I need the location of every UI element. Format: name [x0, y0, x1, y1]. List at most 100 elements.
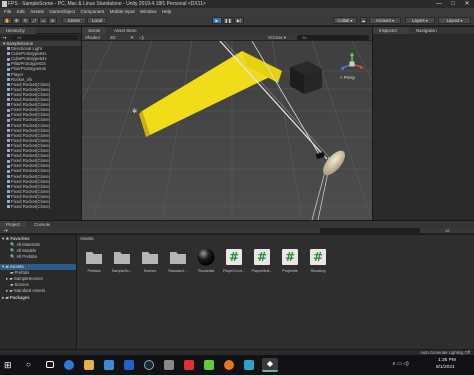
- scene-viewport[interactable]: ✲ < Persp: [82, 41, 372, 220]
- tree-label: Standard Assets: [13, 288, 46, 293]
- gameobject-cube-icon: [7, 123, 10, 127]
- space-local-toggle[interactable]: Local: [87, 17, 107, 24]
- rotate-tool-icon[interactable]: ↻: [21, 17, 30, 24]
- app-icon[interactable]: [184, 360, 194, 370]
- menu-assets[interactable]: Assets: [30, 8, 44, 15]
- tab-inspector[interactable]: Inspector: [373, 27, 409, 34]
- pause-button[interactable]: ❚❚: [223, 17, 233, 24]
- scene-render: ✲: [82, 41, 372, 220]
- windows-taskbar: ⊞ ○ ◆ ∧ ▭ ◁) 1:35 PM 6/1/2021: [0, 355, 474, 375]
- persp-label[interactable]: < Persp: [340, 75, 355, 80]
- scene-tabstrip: Scene Asset Store: [82, 27, 372, 34]
- tab-asset-store[interactable]: Asset Store: [108, 27, 144, 34]
- maximize-button[interactable]: □: [446, 0, 460, 8]
- asset-label: PlayerMult...: [251, 269, 273, 273]
- menu-file[interactable]: File: [4, 8, 11, 15]
- asset-label: PlayerCont...: [223, 269, 245, 273]
- minimize-button[interactable]: —: [432, 0, 446, 8]
- shading-mode-dropdown[interactable]: Shaded: [85, 35, 100, 40]
- layers-dropdown[interactable]: Layers ▾: [405, 17, 435, 24]
- clock-time[interactable]: 1:35 PM: [438, 358, 456, 363]
- gameobject-cube-icon: [7, 103, 10, 107]
- rect-tool-icon[interactable]: ▭: [39, 17, 48, 24]
- hierarchy-item[interactable]: Fixed Rocket(Clone): [7, 204, 81, 209]
- menu-gameobject[interactable]: GameObject: [49, 8, 75, 15]
- media-icon[interactable]: [204, 360, 214, 370]
- asset-item[interactable]: Rocketlat: [194, 246, 218, 280]
- breadcrumb[interactable]: Assets: [80, 236, 94, 241]
- tab-hierarchy[interactable]: Hierarchy: [0, 27, 36, 34]
- asset-item[interactable]: Scenes: [138, 246, 162, 280]
- menu-component[interactable]: Component: [80, 8, 104, 15]
- windows-start-icon[interactable]: ⊞: [4, 360, 14, 370]
- create-button[interactable]: +▾: [2, 35, 10, 40]
- transform-tool-icon[interactable]: ⊕: [48, 17, 57, 24]
- photos-icon[interactable]: [244, 360, 254, 370]
- mail-icon[interactable]: [124, 360, 134, 370]
- asset-label: Scenes: [143, 269, 157, 273]
- folder-icon: [86, 252, 102, 264]
- close-button[interactable]: ✕: [460, 0, 474, 8]
- 2d-toggle[interactable]: 2D: [110, 35, 116, 40]
- play-button[interactable]: ▶: [212, 17, 222, 24]
- asset-item[interactable]: Prefabs: [82, 246, 106, 280]
- layout-dropdown[interactable]: Layout ▾: [438, 17, 471, 24]
- menu-help[interactable]: Help: [162, 8, 171, 15]
- gameobject-cube-icon: [7, 190, 10, 194]
- collab-dropdown[interactable]: Collab ▾: [333, 17, 357, 24]
- menu-edit[interactable]: Edit: [17, 8, 25, 15]
- asset-item[interactable]: # Shooting: [306, 246, 330, 280]
- step-button[interactable]: ▶|: [234, 17, 244, 24]
- gameobject-cube-icon: [7, 144, 10, 148]
- asset-label: Projectile: [282, 269, 298, 273]
- menu-mobile-input[interactable]: Mobile Input: [110, 8, 135, 15]
- hierarchy-panel: Hierarchy +▾ All ▾ SampleScene Direction…: [0, 27, 81, 220]
- move-tool-icon[interactable]: ✥: [12, 17, 21, 24]
- steam-icon[interactable]: [144, 360, 154, 370]
- gameobject-cube-icon: [7, 164, 10, 168]
- pivot-center-toggle[interactable]: Center: [62, 17, 86, 24]
- asset-label: Standard ...: [168, 269, 188, 273]
- search-icon[interactable]: ○: [26, 360, 36, 370]
- favorite-all-prefabs[interactable]: 🔍 All Prefabs: [10, 254, 37, 260]
- asset-label: SampleSc...: [111, 269, 133, 273]
- browser-icon[interactable]: [64, 360, 74, 370]
- asset-label: Prefabs: [87, 269, 101, 273]
- browser2-icon[interactable]: [224, 360, 234, 370]
- asset-item[interactable]: # PlayerMult...: [250, 246, 274, 280]
- tab-navigation[interactable]: Navigation: [410, 27, 450, 34]
- unity-taskbar-icon[interactable]: ◆: [262, 358, 278, 372]
- asset-item[interactable]: # PlayerCont...: [222, 246, 246, 280]
- scene-toolbar: Shaded 2D ☀ ◁) Gizmos ▾ All: [82, 34, 372, 41]
- packages-row[interactable]: ▸ ▰ Packages: [2, 295, 30, 301]
- project-tree: ▾ ★ Favorites 🔍 All Materials 🔍 All Mode…: [0, 235, 76, 355]
- hand-tool-icon[interactable]: ✋: [3, 17, 12, 24]
- asset-item[interactable]: SampleSc...: [110, 246, 134, 280]
- project-create-button[interactable]: +▾: [3, 228, 8, 234]
- asset-item[interactable]: Standard ...: [166, 246, 190, 280]
- csharp-script-icon: #: [310, 249, 326, 265]
- gameobject-cube-icon: [7, 67, 10, 71]
- folder-icon: [170, 252, 186, 264]
- gameobject-cube-icon: [7, 185, 10, 189]
- hierarchy-item-label: Fixed Rocket(Clone): [11, 204, 51, 210]
- project-search-input[interactable]: [320, 228, 420, 233]
- tab-scene[interactable]: Scene: [82, 27, 106, 34]
- scene-search-input[interactable]: All: [297, 35, 369, 40]
- clock-date[interactable]: 6/1/2021: [436, 365, 455, 370]
- store-icon[interactable]: [104, 360, 114, 370]
- account-dropdown[interactable]: Account ▾: [369, 17, 401, 24]
- scale-tool-icon[interactable]: ⤢: [30, 17, 39, 24]
- task-view-icon[interactable]: [46, 361, 54, 368]
- unity-logo-icon: [2, 1, 7, 7]
- settings-icon[interactable]: [164, 360, 174, 370]
- menu-window[interactable]: Window: [140, 8, 156, 15]
- system-tray[interactable]: ∧ ▭ ◁): [392, 361, 409, 367]
- main-toolbar: ✋ ✥ ↻ ⤢ ▭ ⊕ Center Local ▶ ❚❚ ▶| Collab …: [0, 15, 474, 26]
- directional-light-icon: ✲: [132, 108, 137, 115]
- cloud-icon[interactable]: ☁: [360, 17, 367, 24]
- file-explorer-icon[interactable]: [84, 360, 94, 370]
- asset-item[interactable]: # Projectile: [278, 246, 302, 280]
- hierarchy-search-input[interactable]: All: [12, 35, 78, 40]
- tree-standard-assets[interactable]: ▸ ▰ Standard Assets: [6, 288, 45, 294]
